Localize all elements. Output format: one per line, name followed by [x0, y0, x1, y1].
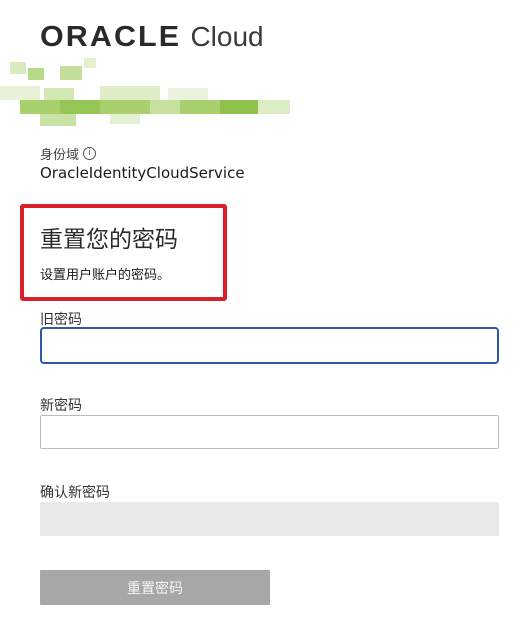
confirm-password-label: 确认新密码 — [40, 485, 110, 501]
reset-password-button[interactable]: 重置密码 — [40, 570, 270, 605]
cloud-wordmark: Cloud — [190, 21, 264, 52]
redacted-pixelated-region — [0, 58, 300, 132]
page-title: 重置您的密码 — [40, 227, 178, 253]
info-icon[interactable]: i — [83, 147, 97, 160]
new-password-label: 新密码 — [40, 398, 82, 414]
identity-domain-label-text: 身份域 — [40, 148, 80, 163]
oracle-wordmark: ORACLE — [40, 21, 182, 53]
oracle-cloud-logo: ORACLE Cloud — [40, 21, 264, 54]
identity-domain-label: 身份域 i — [40, 144, 97, 163]
old-password-label: 旧密码 — [40, 312, 82, 328]
new-password-input[interactable] — [40, 415, 499, 449]
page-subtitle: 设置用户账户的密码。 — [40, 268, 171, 283]
old-password-input[interactable] — [40, 327, 499, 364]
confirm-password-input[interactable] — [40, 502, 499, 536]
identity-domain-value: OracleIdentityCloudService — [40, 164, 245, 182]
